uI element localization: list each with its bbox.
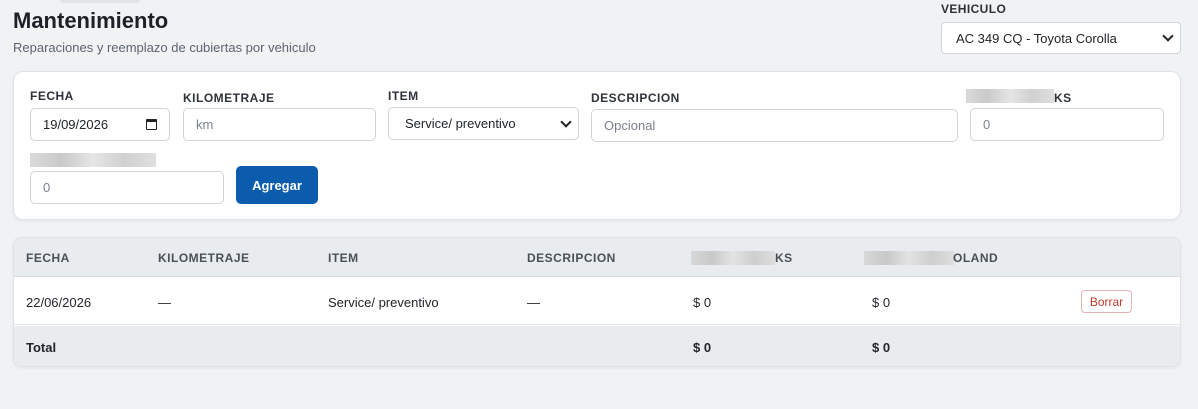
item-select[interactable]: Service/ preventivo [388,107,579,140]
fecha-input[interactable]: 19/09/2026 [30,108,170,141]
cell-fecha: 22/06/2026 [26,295,92,310]
descripcion-input-placeholder: Opcional [604,118,656,133]
redacted-label [966,89,1054,103]
km-input[interactable]: km [183,108,376,141]
borrar-button[interactable]: Borrar [1081,290,1132,313]
calendar-icon[interactable] [146,119,157,130]
footer-cost1: $ 0 [693,340,712,355]
chevron-down-icon [560,115,572,128]
vehicle-select[interactable]: AC 349 CQ - Toyota Corolla [941,22,1181,54]
cell-cost1: $ 0 [693,295,712,310]
cost2-input[interactable]: 0 [30,171,224,204]
descripcion-input[interactable]: Opcional [591,109,958,142]
cost1-input[interactable]: 0 [970,108,1164,141]
cost2-input-placeholder: 0 [43,180,51,195]
page-title: Mantenimiento [13,8,169,33]
th-fecha: FECHA [26,251,70,265]
item-label: ITEM [388,89,419,103]
table-header: FECHA KILOMETRAJE ITEM DESCRIPCION KS OL… [14,238,1180,277]
descripcion-label: DESCRIPCION [591,91,680,105]
redacted-header [864,251,954,265]
table-footer: Total $ 0 $ 0 [14,326,1180,366]
cell-descripcion: — [527,295,540,310]
th-descripcion: DESCRIPCION [527,251,616,265]
fecha-input-value: 19/09/2026 [43,117,109,132]
item-select-value: Service/ preventivo [405,116,516,131]
th-kilometraje: KILOMETRAJE [158,251,250,265]
th-item: ITEM [328,251,359,265]
top-tab-stub [60,0,140,3]
table-row: 22/06/2026 — Service/ preventivo — $ 0 $… [14,278,1180,325]
cell-km: — [158,295,171,310]
redacted-header [691,251,775,265]
redacted-label [30,153,156,167]
footer-cost2: $ 0 [872,340,891,355]
vehicle-label: VEHICULO [941,2,1007,16]
th-cost1: KS [775,251,793,265]
cell-cost2: $ 0 [872,295,891,310]
vehicle-select-value: AC 349 CQ - Toyota Corolla [956,30,1117,46]
cell-item: Service/ preventivo [328,295,439,310]
cost1-label: KS [1054,91,1072,105]
km-label: KILOMETRAJE [183,91,275,105]
fecha-label: FECHA [30,89,74,103]
page-subtitle: Reparaciones y reemplazo de cubiertas po… [13,40,316,55]
th-cost2: OLAND [953,251,999,265]
maintenance-form: FECHA 19/09/2026 KILOMETRAJE km ITEM Ser… [13,71,1181,220]
chevron-down-icon [1162,30,1174,42]
agregar-button[interactable]: Agregar [236,166,318,204]
maintenance-table: FECHA KILOMETRAJE ITEM DESCRIPCION KS OL… [13,237,1181,367]
footer-total-label: Total [26,340,57,355]
cost1-input-placeholder: 0 [983,117,991,132]
km-input-placeholder: km [196,117,214,132]
